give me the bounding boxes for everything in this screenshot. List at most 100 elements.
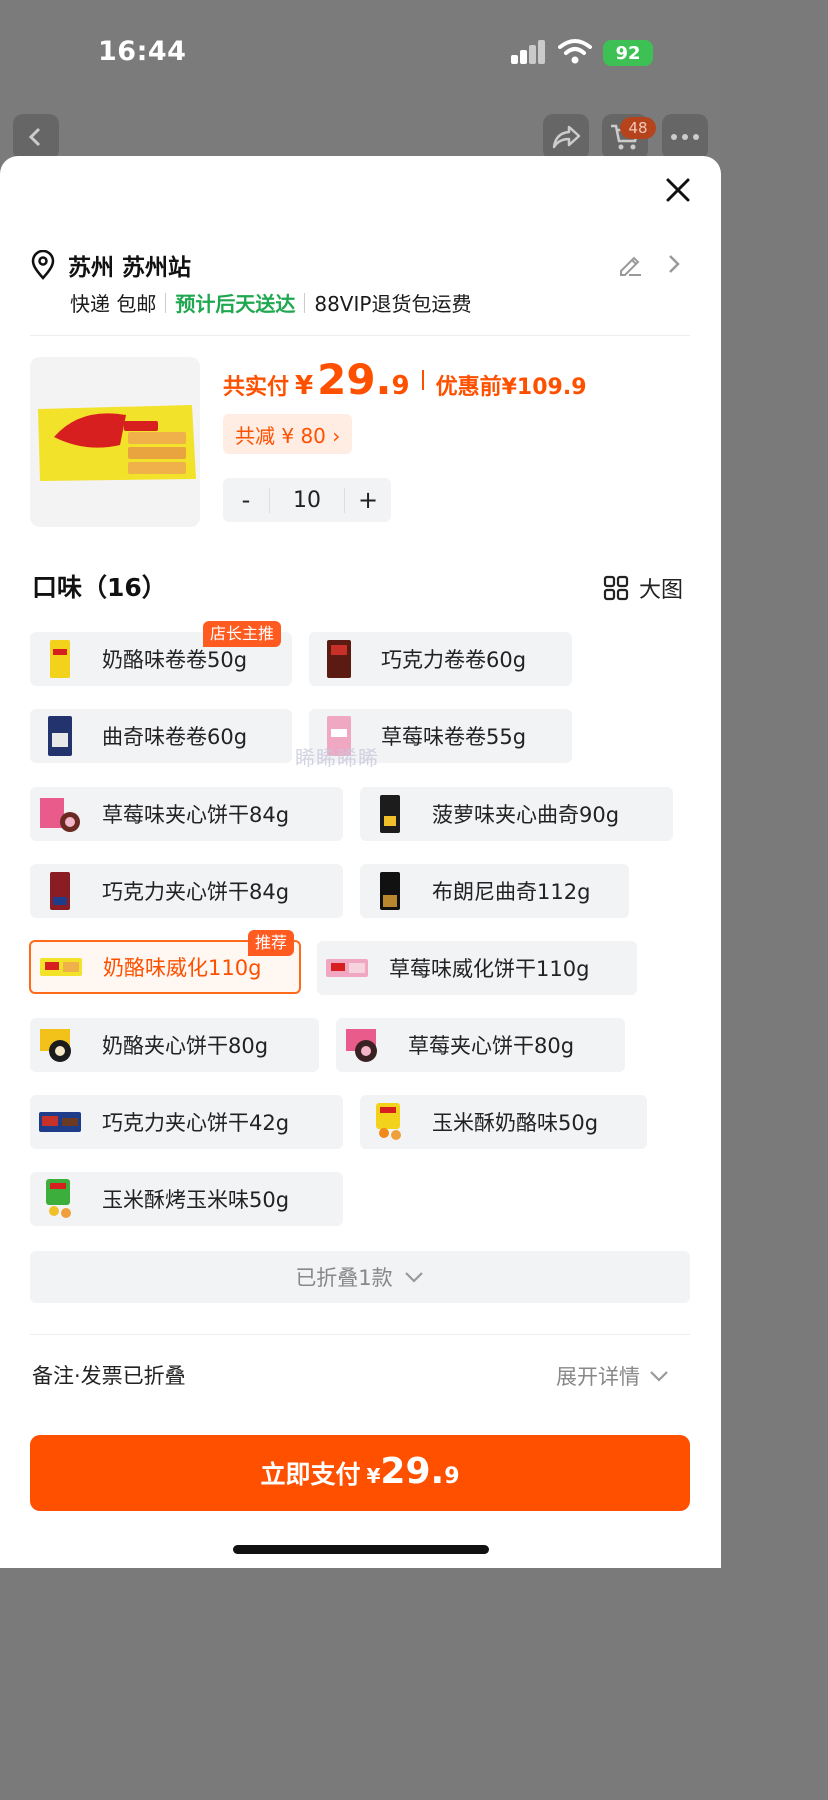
flavor-label: 草莓味夹心饼干84g	[102, 803, 290, 827]
flavor-option[interactable]: 菠萝味夹心曲奇90g	[360, 787, 673, 841]
original-price-label: 优惠前	[435, 375, 502, 400]
more-button[interactable]	[662, 114, 708, 160]
more-icon	[671, 134, 699, 140]
separator	[304, 292, 306, 313]
divider	[30, 1334, 690, 1335]
flavor-thumbnail	[39, 945, 83, 989]
product-package-image	[30, 357, 200, 527]
flavor-option[interactable]: 曲奇味卷卷60g	[30, 709, 292, 763]
flavor-thumbnail	[368, 1100, 412, 1144]
flavor-label: 草莓味威化饼干110g	[389, 957, 590, 981]
quantity-stepper: - 10 +	[223, 478, 391, 522]
big-image-label: 大图	[639, 578, 684, 603]
status-time: 16:44	[98, 36, 187, 67]
discount-chip[interactable]: 共减 ¥ 80 ›	[223, 414, 353, 454]
original-price: ¥109.9	[501, 375, 587, 400]
flavor-label: 奶酪味威化110g	[103, 956, 262, 980]
flavor-option[interactable]: 玉米酥奶酪味50g	[360, 1095, 647, 1149]
price-decimal: 9	[391, 371, 410, 401]
flavor-thumbnail	[38, 1023, 82, 1067]
flavor-thumbnail	[368, 869, 412, 913]
location-pin-icon	[31, 250, 55, 280]
flavor-option[interactable]: 布朗尼曲奇112g	[360, 864, 629, 918]
pay-currency: ¥	[366, 1464, 381, 1488]
flavor-option[interactable]: 草莓味夹心饼干84g	[30, 787, 343, 841]
battery-indicator: 92	[603, 40, 653, 66]
folded-options-toggle[interactable]: 已折叠1款	[30, 1251, 690, 1303]
flavor-thumbnail	[38, 1100, 82, 1144]
big-image-toggle[interactable]: 大图	[603, 572, 683, 604]
share-button[interactable]	[543, 114, 589, 160]
share-icon	[552, 125, 581, 149]
flavor-option[interactable]: 草莓夹心饼干80g	[336, 1018, 625, 1072]
chevron-down-icon	[650, 1371, 668, 1382]
flavor-thumbnail	[317, 637, 361, 681]
flavor-label: 草莓夹心饼干80g	[408, 1034, 575, 1058]
flavor-option[interactable]: 巧克力夹心饼干84g	[30, 864, 343, 918]
flavor-label: 曲奇味卷卷60g	[102, 725, 248, 749]
cart-count-badge: 48	[620, 117, 656, 139]
flavor-thumbnail	[38, 714, 82, 758]
flavor-label: 巧克力卷卷60g	[381, 648, 527, 672]
folded-label: 已折叠1款	[295, 1266, 393, 1290]
flavor-label: 巧克力夹心饼干84g	[102, 880, 290, 904]
recommend-badge: 推荐	[248, 930, 295, 956]
price-integer: 29.	[317, 355, 392, 404]
chevron-right-icon[interactable]	[662, 251, 686, 277]
flavor-option[interactable]: 草莓味威化饼干110g	[317, 941, 637, 995]
flavor-option[interactable]: 奶酪夹心饼干80g	[30, 1018, 319, 1072]
total-label: 共实付	[223, 375, 290, 400]
decrement-button[interactable]: -	[223, 486, 269, 514]
grid-icon	[603, 575, 629, 601]
flavor-section-title: 口味（16）	[32, 573, 167, 602]
flavor-label: 奶酪夹心饼干80g	[102, 1034, 269, 1058]
chevron-left-icon	[28, 127, 41, 147]
pay-label: 立即支付	[260, 1460, 361, 1489]
price-separator	[421, 369, 424, 390]
flavor-thumbnail	[38, 792, 82, 836]
increment-button[interactable]: +	[345, 486, 391, 514]
edit-icon[interactable]	[615, 250, 645, 278]
shipping-method: 快递 包邮	[70, 292, 157, 316]
notes-invoice-label: 备注·发票已折叠	[32, 1364, 186, 1388]
flavor-option[interactable]: 巧克力夹心饼干42g	[30, 1095, 343, 1149]
flavor-thumbnail	[368, 792, 412, 836]
flavor-option[interactable]: 玉米酥烤玉米味50g	[30, 1172, 343, 1226]
flavor-label: 玉米酥烤玉米味50g	[102, 1188, 290, 1212]
flavor-label: 玉米酥奶酪味50g	[432, 1111, 599, 1135]
product-image[interactable]	[30, 357, 200, 527]
flavor-thumbnail	[38, 1177, 82, 1221]
pay-now-button[interactable]: 立即支付 ¥ 29. 9	[30, 1435, 690, 1511]
delivery-estimate: 预计后天送达	[175, 292, 296, 316]
home-indicator[interactable]	[233, 1545, 489, 1554]
price-summary: 共实付 ¥ 29. 9 优惠前 ¥109.9	[223, 355, 587, 404]
separator	[165, 292, 167, 313]
shipping-info: 快递 包邮 预计后天送达 88VIP退货包运费	[70, 288, 471, 317]
address-text: 苏州 苏州站	[68, 255, 192, 281]
currency-symbol: ¥	[295, 371, 314, 401]
flavor-option[interactable]: 巧克力卷卷60g	[309, 632, 572, 686]
address-row[interactable]: 苏州 苏州站	[30, 247, 191, 283]
flavor-label: 菠萝味夹心曲奇90g	[432, 803, 620, 827]
flavor-thumbnail	[325, 946, 369, 990]
flavor-label: 草莓味卷卷55g	[381, 725, 527, 749]
quantity-value[interactable]: 10	[269, 487, 345, 513]
pay-price-integer: 29.	[380, 1451, 445, 1492]
flavor-label: 巧克力夹心饼干42g	[102, 1111, 290, 1135]
close-icon[interactable]	[660, 172, 696, 208]
flavor-thumbnail	[38, 637, 82, 681]
flavor-thumbnail	[344, 1023, 388, 1067]
shop-recommend-badge: 店长主推	[203, 621, 282, 647]
back-button[interactable]	[13, 114, 59, 160]
wifi-icon	[558, 39, 592, 64]
expand-details-button[interactable]: 展开详情	[556, 1361, 670, 1391]
flavor-thumbnail	[38, 869, 82, 913]
flavor-label: 布朗尼曲奇112g	[432, 880, 591, 904]
divider	[30, 335, 690, 336]
watermark: 睎睎睎睎	[295, 746, 379, 770]
chevron-down-icon	[404, 1272, 423, 1283]
vip-return-note: 88VIP退货包运费	[314, 292, 472, 316]
signal-icon	[511, 40, 547, 64]
expand-details-label: 展开详情	[556, 1365, 640, 1389]
flavor-label: 奶酪味卷卷50g	[102, 648, 248, 672]
